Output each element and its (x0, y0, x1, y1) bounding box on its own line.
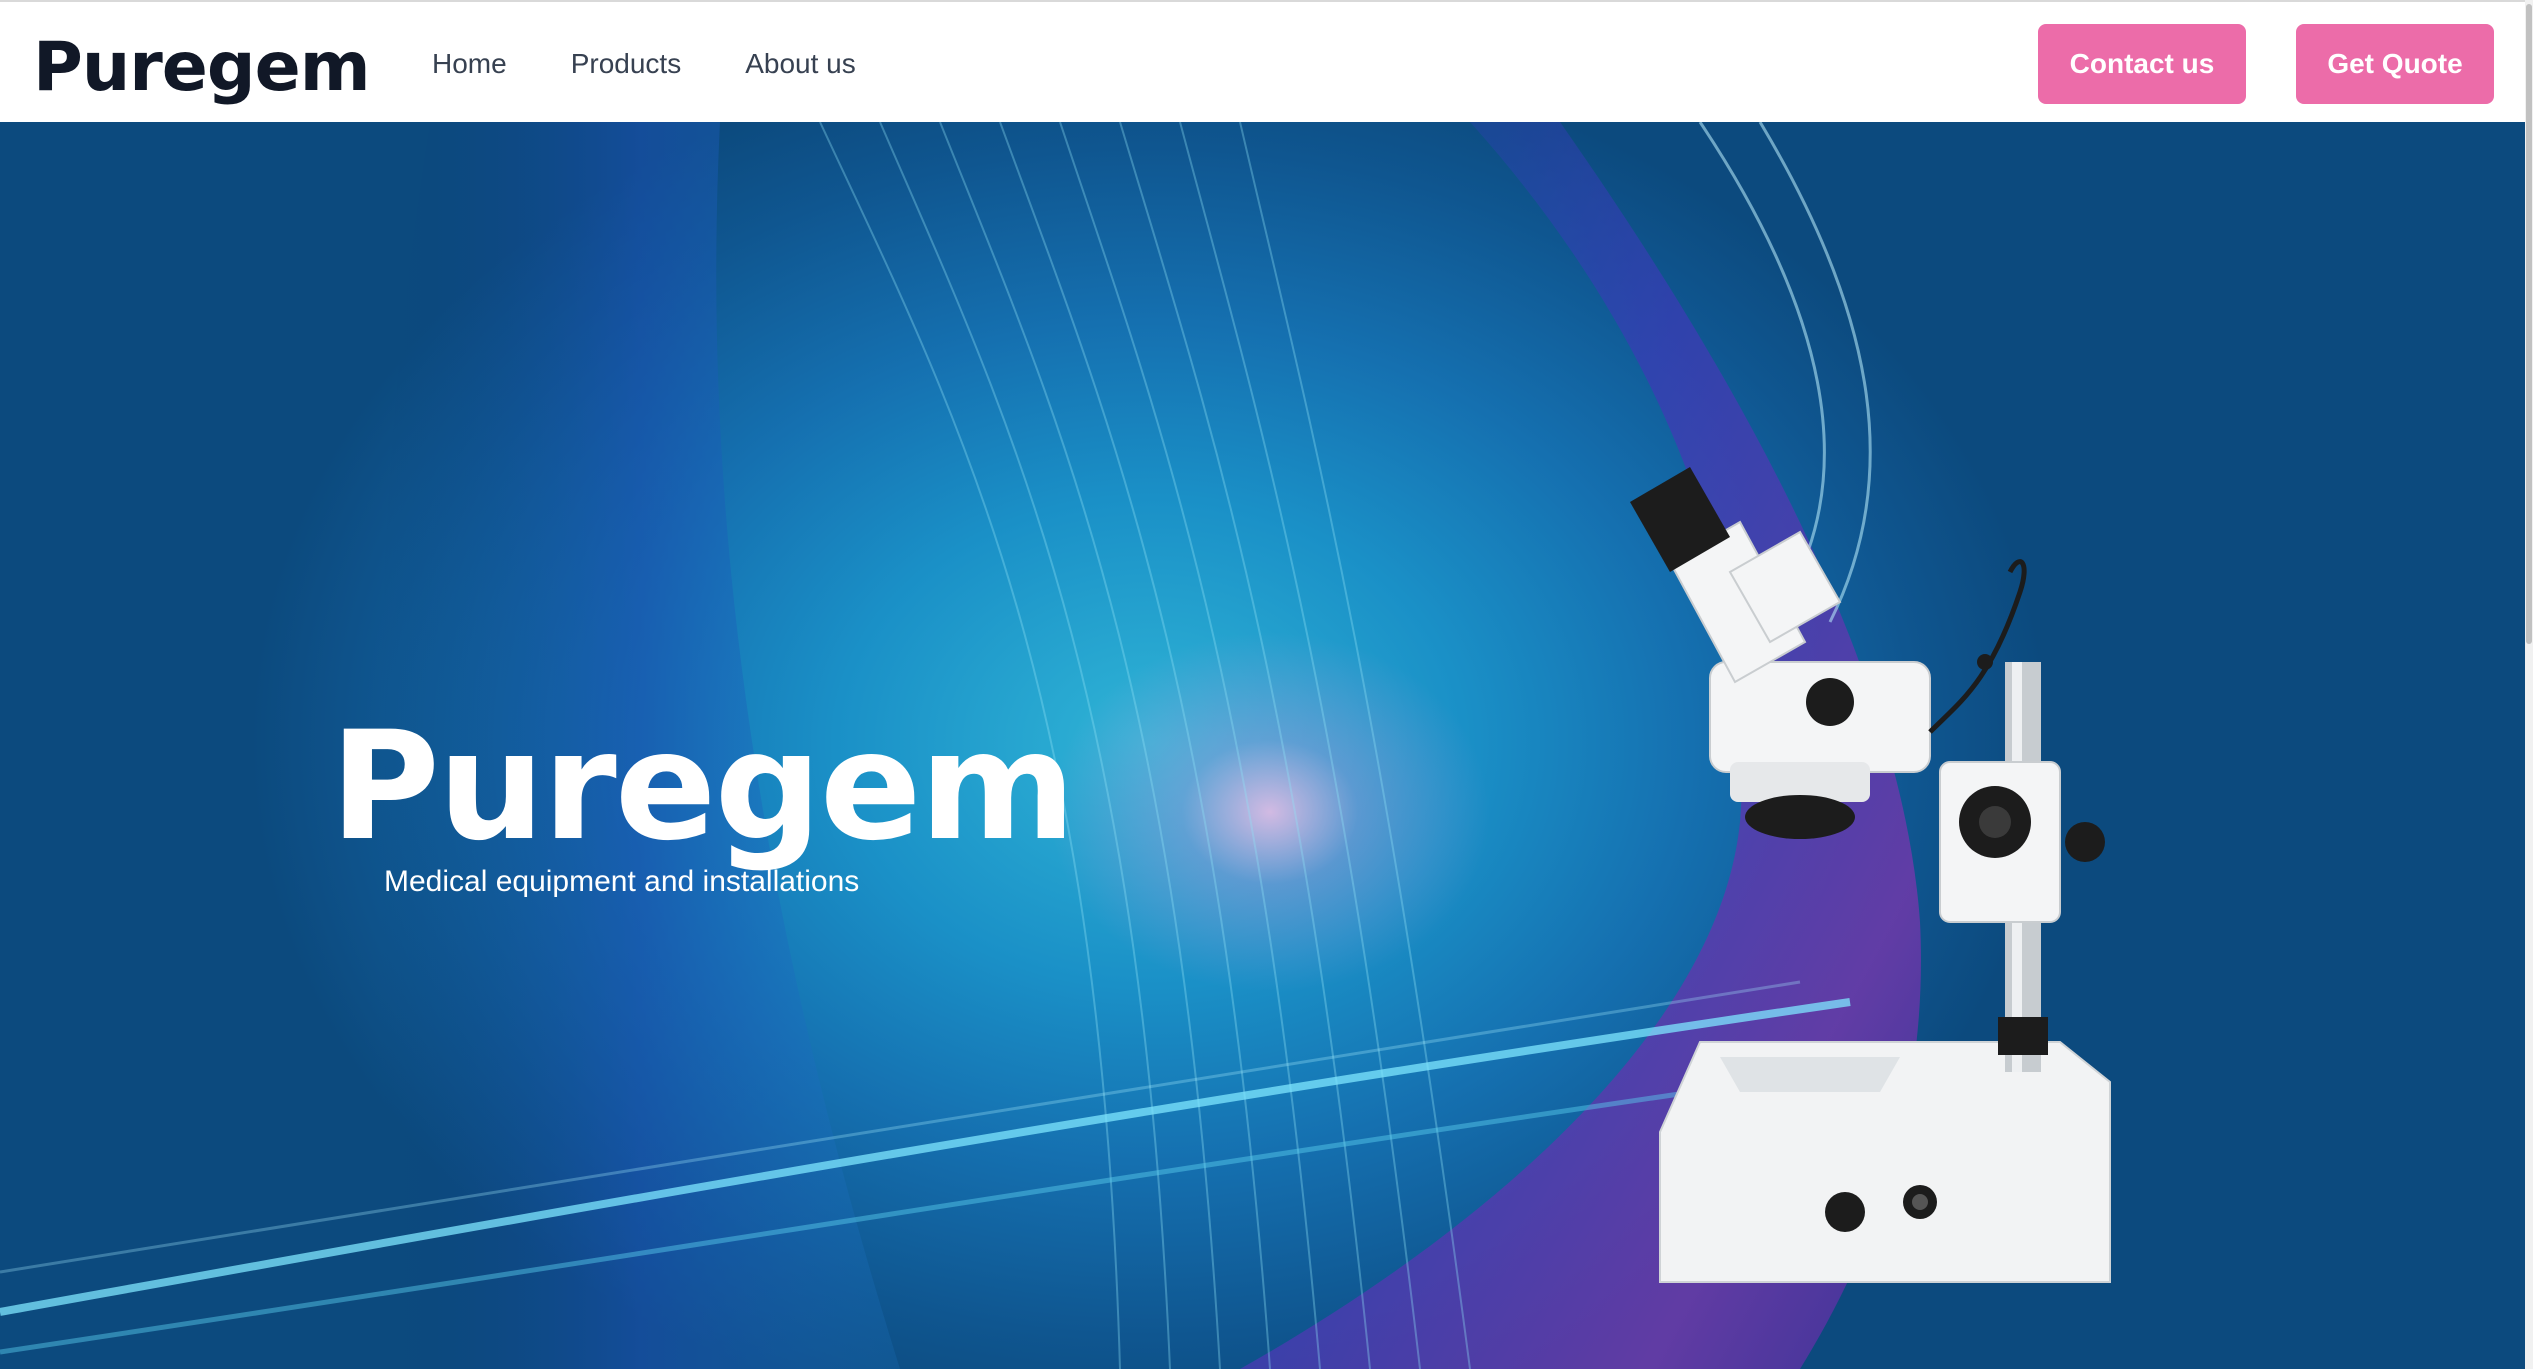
get-quote-button[interactable]: Get Quote (2296, 24, 2494, 104)
microscope-image (1630, 467, 2111, 1283)
scrollbar-thumb[interactable] (2526, 4, 2532, 644)
page-scrollbar[interactable] (2525, 0, 2533, 1369)
nav-link-home[interactable]: Home (432, 42, 507, 86)
hero-section: Puregem Medical equipment and installati… (0, 122, 2525, 1369)
page: Puregem Home Products About us Contact u… (0, 0, 2533, 1369)
nav-link-about-us[interactable]: About us (745, 42, 856, 86)
navbar: Puregem Home Products About us Contact u… (0, 0, 2533, 122)
nav-link-products[interactable]: Products (571, 42, 682, 86)
contact-us-button[interactable]: Contact us (2038, 24, 2246, 104)
main-nav: Home Products About us (432, 42, 920, 86)
hero-title: Puregem (330, 700, 1076, 874)
brand-logo[interactable]: Puregem (33, 26, 371, 110)
hero-subtitle: Medical equipment and installations (384, 865, 860, 898)
